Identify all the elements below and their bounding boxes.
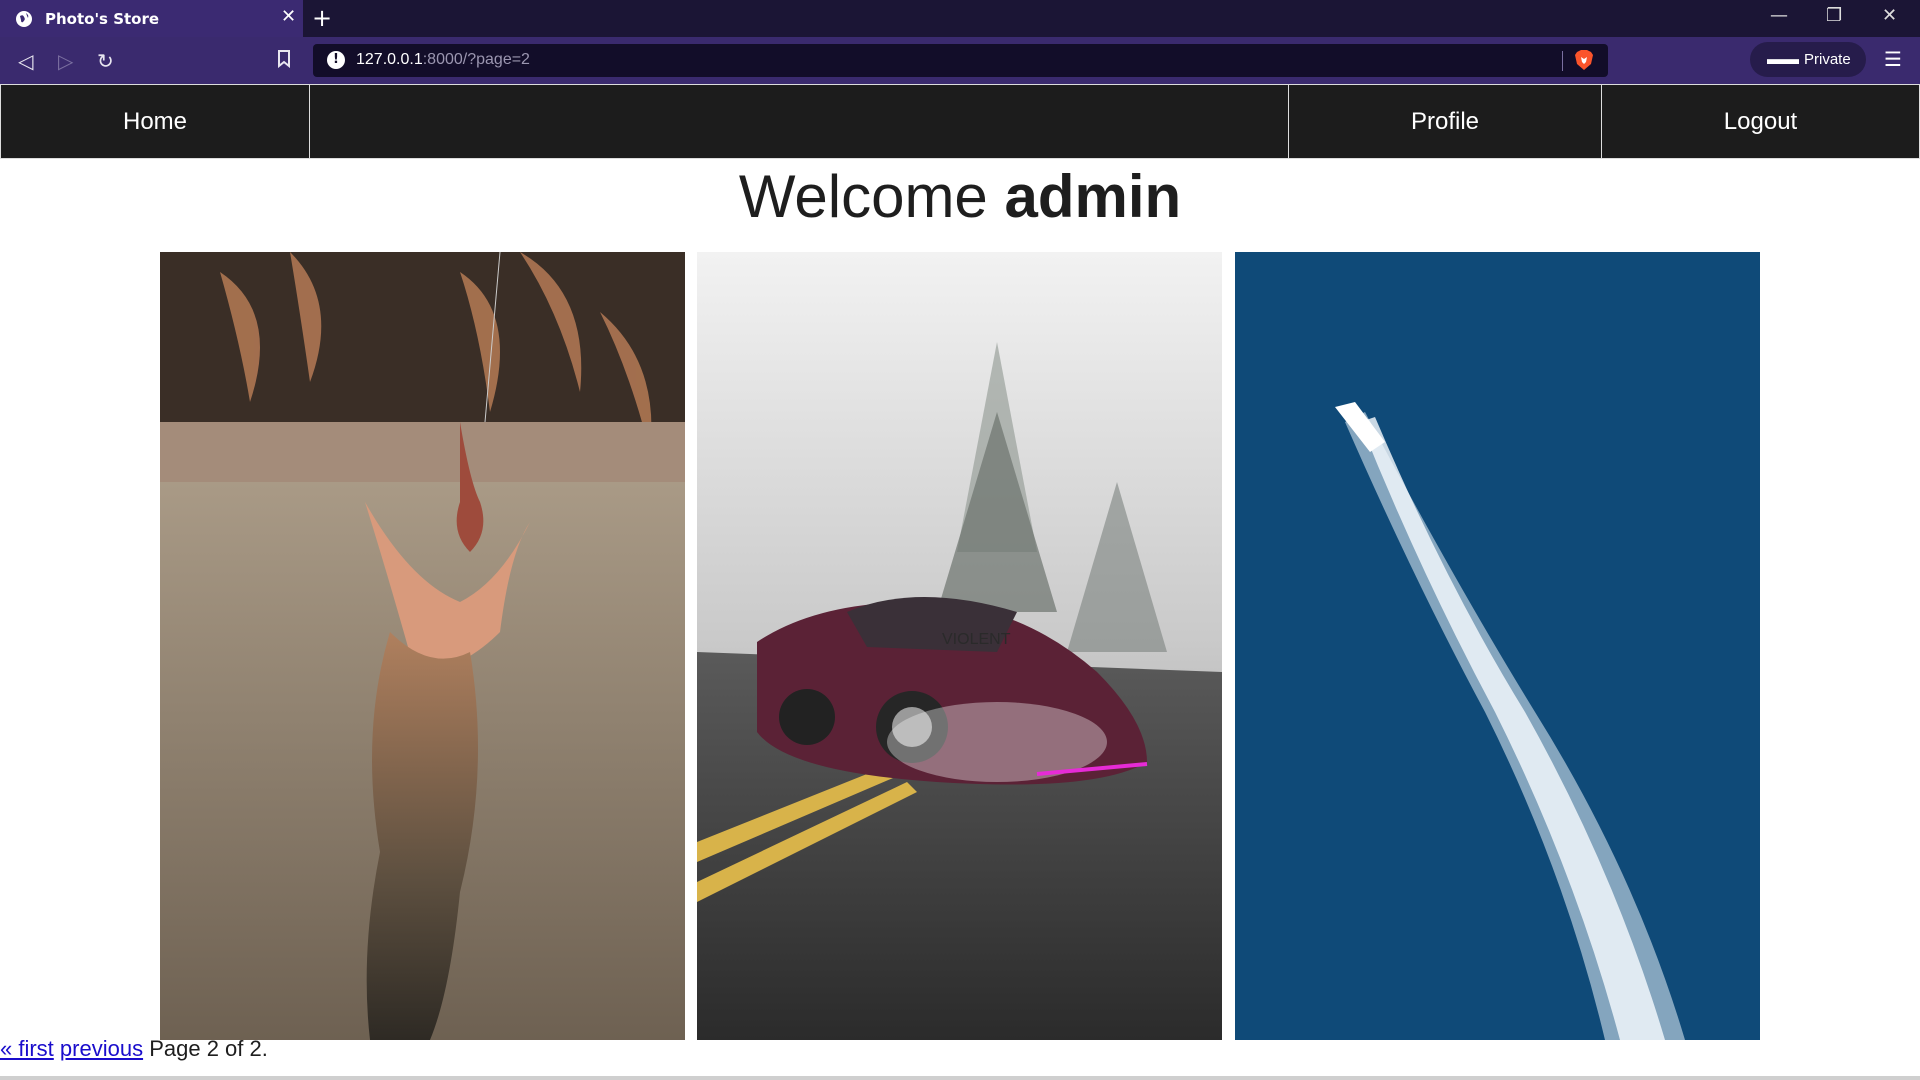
previous-page-link[interactable]: previous <box>60 1036 143 1061</box>
hamburger-menu-icon[interactable]: ☰ <box>1884 47 1902 71</box>
welcome-heading: Welcome admin <box>0 162 1920 231</box>
site-info-icon[interactable]: ! <box>327 51 345 69</box>
car-windshield-text: VIOLENT <box>942 631 1011 648</box>
sunglasses-icon: ▬▬ <box>1767 51 1799 68</box>
photo-car[interactable]: VIOLENT <box>697 252 1222 1040</box>
close-window-icon[interactable]: ✕ <box>1882 5 1897 26</box>
address-bar[interactable]: ! 127.0.0.1:8000/?page=2 <box>313 44 1608 77</box>
close-tab-icon[interactable]: ✕ <box>281 6 296 27</box>
globe-icon <box>16 11 32 27</box>
welcome-username: admin <box>1004 163 1182 230</box>
browser-tab-bar: Photo's Store ✕ + — ❐ ✕ <box>0 0 1920 37</box>
site-navbar: Home Profile Logout <box>0 84 1920 159</box>
reload-icon[interactable]: ↻ <box>97 49 114 73</box>
restore-icon[interactable]: ❐ <box>1826 5 1842 26</box>
bookmark-icon[interactable] <box>277 50 291 68</box>
new-tab-icon[interactable]: + <box>312 4 332 32</box>
first-page-link[interactable]: « first <box>0 1036 54 1061</box>
private-label: Private <box>1804 51 1851 68</box>
url-text: 127.0.0.1:8000/?page=2 <box>356 51 530 68</box>
browser-tab[interactable]: Photo's Store ✕ <box>0 0 303 37</box>
photo-crocodile[interactable] <box>160 252 685 1040</box>
nav-home-link[interactable]: Home <box>0 84 310 159</box>
photo-boat[interactable] <box>1235 252 1760 1040</box>
nav-spacer <box>309 84 1289 159</box>
brave-shields-icon[interactable] <box>1574 49 1594 71</box>
page-bottom-border <box>0 1076 1920 1080</box>
minimize-icon[interactable]: — <box>1770 5 1788 26</box>
tab-title: Photo's Store <box>45 10 160 28</box>
welcome-prefix: Welcome <box>738 163 1005 230</box>
back-icon[interactable]: ◁ <box>18 49 33 73</box>
private-window-button[interactable]: ▬▬ Private <box>1750 42 1866 77</box>
pagination: « first previous Page 2 of 2. <box>0 1036 268 1062</box>
forward-icon[interactable]: ▷ <box>58 49 73 73</box>
nav-logout-link[interactable]: Logout <box>1601 84 1920 159</box>
url-divider <box>1562 51 1563 71</box>
nav-profile-link[interactable]: Profile <box>1288 84 1602 159</box>
page-status: Page 2 of 2. <box>149 1036 268 1061</box>
